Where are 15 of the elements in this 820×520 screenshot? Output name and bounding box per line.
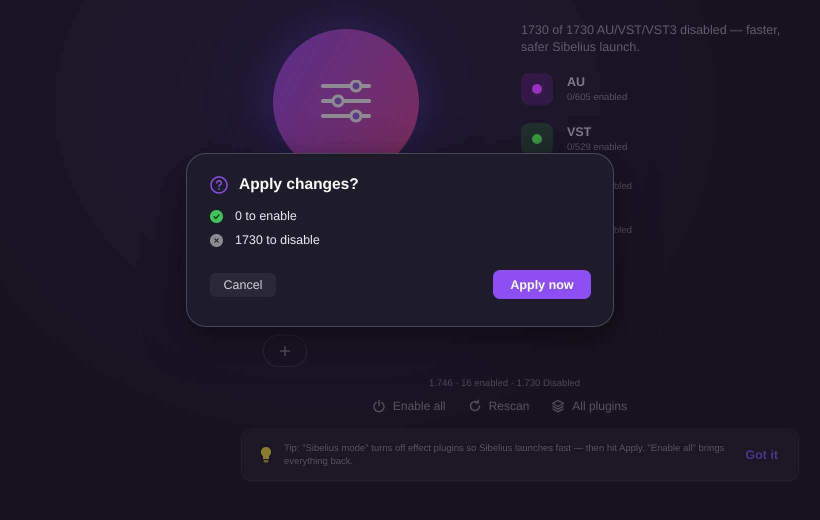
action-button[interactable]: Enable all — [372, 399, 446, 413]
apply-button[interactable]: Apply now — [493, 270, 591, 299]
type-status: bled — [614, 180, 632, 192]
dialog-title: Apply changes? — [239, 176, 359, 194]
summary-text: 1730 of 1730 AU/VST/VST3 disabled — faster, safer Sibelius launch. — [521, 22, 782, 56]
got-it-button[interactable]: Got it — [745, 448, 778, 462]
change-label: 1730 to disable — [235, 233, 320, 247]
change-label: 0 to enable — [235, 209, 297, 223]
cancel-button[interactable]: Cancel — [210, 272, 276, 296]
type-status: 0/605 enabled — [567, 92, 628, 103]
action-button[interactable]: Rescan — [468, 399, 530, 413]
type-name: AU — [567, 75, 586, 89]
tip-text: Tip: "Sibelius mode" turns off effect plugins so Sibelius launches fast — then hit Apply. "Enable all" brings everything back. — [284, 442, 726, 468]
action-button[interactable]: All plugins — [551, 399, 627, 413]
type-name: VST — [567, 125, 592, 139]
